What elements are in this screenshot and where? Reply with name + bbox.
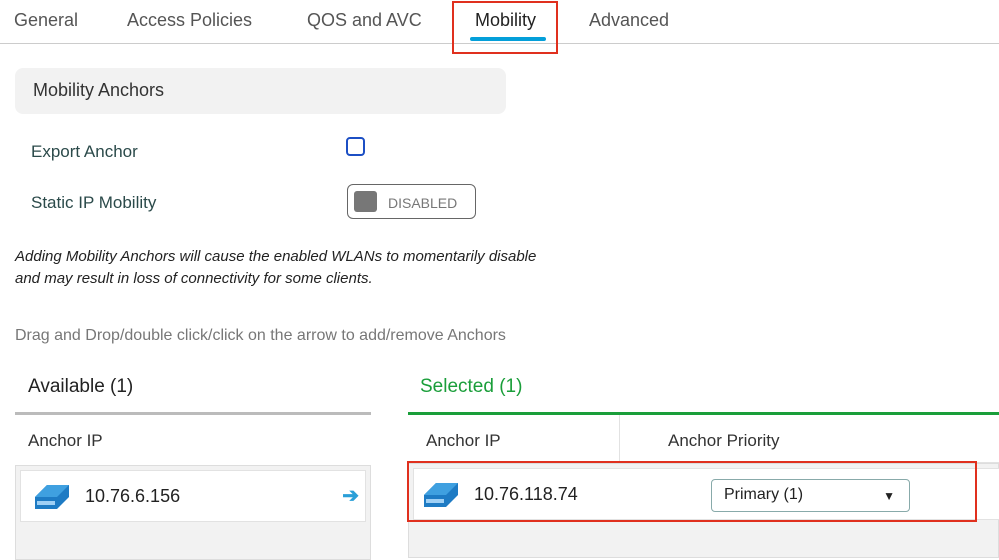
available-row[interactable]: 10.76.6.156 ➔ xyxy=(20,470,366,522)
selected-title: Selected (1) xyxy=(420,376,523,397)
static-ip-label: Static IP Mobility xyxy=(31,193,157,212)
available-list: 10.76.6.156 ➔ xyxy=(15,465,371,560)
toggle-state: DISABLED xyxy=(388,195,458,211)
tab-qos-avc[interactable]: QOS and AVC xyxy=(307,10,422,31)
highlight-box-selected xyxy=(407,461,977,522)
highlight-box-tab xyxy=(452,1,558,54)
tab-access-policies[interactable]: Access Policies xyxy=(127,10,252,31)
switch-icon xyxy=(35,485,69,509)
arrow-right-icon[interactable]: ➔ xyxy=(342,483,359,508)
static-ip-toggle[interactable]: DISABLED xyxy=(347,184,476,219)
export-anchor-checkbox[interactable] xyxy=(346,137,365,156)
col-separator xyxy=(619,415,620,463)
toggle-knob xyxy=(354,191,377,212)
tab-advanced[interactable]: Advanced xyxy=(589,10,669,31)
tab-general[interactable]: General xyxy=(14,10,78,31)
available-title: Available (1) xyxy=(28,376,134,397)
anchor-ip: 10.76.6.156 xyxy=(85,486,181,506)
note-line: Adding Mobility Anchors will cause the e… xyxy=(15,248,537,265)
drag-hint: Drag and Drop/double click/click on the … xyxy=(15,327,506,344)
section-header: Mobility Anchors xyxy=(15,68,506,114)
export-anchor-label: Export Anchor xyxy=(31,142,138,161)
warning-note: Adding Mobility Anchors will cause the e… xyxy=(15,246,536,290)
selected-col-ip: Anchor IP xyxy=(426,431,501,450)
note-line: and may result in loss of connectivity f… xyxy=(15,270,373,287)
selected-col-priority: Anchor Priority xyxy=(668,431,780,450)
selected-header: Anchor IP Anchor Priority xyxy=(408,415,999,463)
available-col-header: Anchor IP xyxy=(28,431,103,450)
available-divider xyxy=(15,412,371,415)
